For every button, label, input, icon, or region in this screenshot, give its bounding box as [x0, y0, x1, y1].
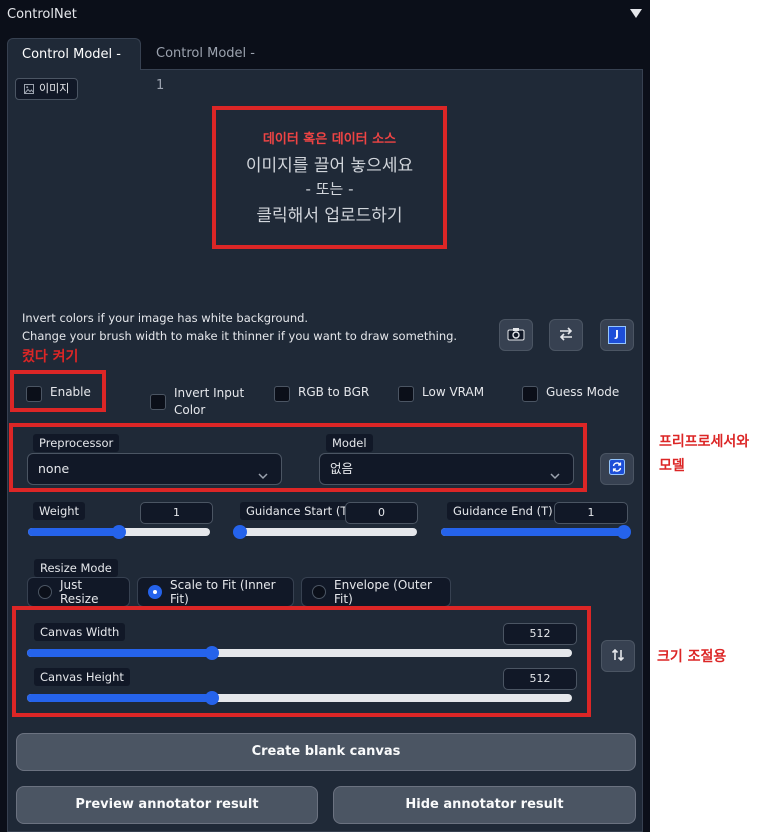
accordion-title[interactable]: ControlNet [7, 7, 77, 22]
checkbox-box[interactable] [398, 386, 414, 402]
webcam-button[interactable] [499, 319, 533, 351]
preview-annotator-button[interactable]: Preview annotator result [16, 786, 318, 824]
slider-fill [441, 528, 624, 536]
canvas-height-slider[interactable] [27, 691, 572, 705]
image-icon [24, 84, 34, 94]
weight-slider[interactable] [28, 525, 210, 539]
swap-button[interactable] [549, 319, 583, 351]
radio-scale-to-fit[interactable]: Scale to Fit (Inner Fit) [137, 577, 294, 607]
refresh-models-button[interactable] [600, 453, 634, 485]
chevron-down-icon [549, 463, 561, 493]
enable-annotation: 켰다 켜기 [22, 349, 79, 365]
radio-label: Scale to Fit (Inner Fit) [170, 578, 276, 606]
rgb-to-bgr-checkbox[interactable]: RGB to BGR [274, 385, 369, 402]
preprocessor-select[interactable]: none [27, 453, 282, 485]
info-brush-width: Change your brush width to make it thinn… [22, 329, 458, 343]
guidance-end-label: Guidance End (T) [447, 502, 559, 520]
resize-mode-label: Resize Mode [34, 559, 118, 577]
annotation-line: 프리프로세서와 [659, 434, 750, 450]
slider-fill [27, 649, 213, 657]
drop-zone-label: 데이터 혹은 데이터 소스 [262, 132, 397, 147]
weight-number-input[interactable]: 1 [140, 502, 213, 524]
info-invert-colors: Invert colors if your image has white ba… [22, 311, 309, 325]
guidance-start-slider[interactable] [233, 525, 417, 539]
drop-zone-or: - 또는 - [305, 180, 354, 198]
canvas-width-number-input[interactable]: 512 [503, 623, 577, 645]
hide-annotator-button[interactable]: Hide annotator result [333, 786, 636, 824]
radio-just-resize[interactable]: Just Resize [27, 577, 130, 607]
canvas-width-label: Canvas Width [34, 623, 126, 641]
slider-fill [27, 694, 213, 702]
guess-mode-checkbox[interactable]: Guess Mode [522, 385, 619, 402]
radio-dot[interactable] [312, 585, 326, 599]
checkbox-box[interactable] [522, 386, 538, 402]
create-blank-canvas-button[interactable]: Create blank canvas [16, 733, 636, 771]
drop-zone-instruction: 이미지를 끌어 놓으세요 [245, 156, 414, 176]
invert-input-color-checkbox[interactable]: Invert Input Color [150, 385, 244, 419]
image-badge-label: 이미지 [39, 82, 70, 95]
slider-thumb[interactable] [233, 525, 247, 539]
tab-control-model-1[interactable]: Control Model - 1 [142, 38, 272, 93]
preprocessor-label: Preprocessor [33, 434, 120, 452]
canvas-height-number-input[interactable]: 512 [503, 668, 577, 690]
preprocessor-value: none [38, 461, 70, 476]
straight-line-button[interactable]: J [600, 319, 634, 351]
slider-fill [28, 528, 119, 536]
checkbox-label: Low VRAM [422, 385, 485, 399]
model-select[interactable]: 없음 [319, 453, 574, 485]
swap-icon [558, 326, 574, 345]
radio-dot[interactable] [38, 585, 52, 599]
checkbox-label: Enable [50, 385, 91, 399]
drop-zone-click-upload: 클릭해서 업로드하기 [256, 206, 403, 226]
guidance-end-slider[interactable] [441, 525, 631, 539]
checkbox-label: Invert Input Color [174, 385, 244, 419]
slider-thumb[interactable] [112, 525, 126, 539]
annotation-line: 모델 [659, 458, 685, 474]
straight-line-icon: J [608, 326, 626, 344]
collapse-triangle-icon[interactable] [630, 9, 642, 18]
slider-thumb[interactable] [617, 525, 631, 539]
checkbox-label-line: Color [174, 403, 206, 417]
weight-label: Weight [33, 502, 86, 520]
radio-label: Envelope (Outer Fit) [334, 578, 432, 606]
checkbox-label: Guess Mode [546, 385, 620, 399]
guidance-start-number-input[interactable]: 0 [345, 502, 418, 524]
low-vram-checkbox[interactable]: Low VRAM [398, 385, 484, 402]
checkbox-label-line: Invert Input [174, 386, 245, 400]
swap-vertical-icon [611, 647, 625, 666]
checkbox-box[interactable] [26, 386, 42, 402]
radio-dot[interactable] [148, 585, 162, 599]
preprocessor-model-annotation: 프리프로세서와 모델 [659, 430, 749, 478]
guidance-start-label: Guidance Start (T) [240, 502, 358, 520]
model-value: 없음 [330, 461, 354, 476]
model-label: Model [326, 434, 373, 452]
checkbox-box[interactable] [150, 394, 166, 410]
canvas-height-label: Canvas Height [34, 668, 130, 686]
size-annotation: 크기 조절용 [657, 649, 727, 665]
canvas-width-slider[interactable] [27, 646, 572, 660]
swap-dimensions-button[interactable] [601, 640, 635, 672]
tab-control-model-0[interactable]: Control Model - 0 [7, 38, 141, 94]
camera-icon [507, 326, 525, 345]
checkbox-box[interactable] [274, 386, 290, 402]
chevron-down-icon [257, 463, 269, 493]
radio-envelope[interactable]: Envelope (Outer Fit) [301, 577, 451, 607]
guidance-end-number-input[interactable]: 1 [554, 502, 628, 524]
radio-label: Just Resize [60, 578, 99, 606]
enable-checkbox[interactable]: Enable [26, 385, 91, 402]
image-drop-zone[interactable]: 데이터 혹은 데이터 소스 이미지를 끌어 놓으세요 - 또는 - 클릭해서 업… [212, 106, 447, 249]
refresh-icon [609, 459, 625, 479]
image-input-badge: 이미지 [15, 78, 79, 100]
checkbox-label: RGB to BGR [298, 385, 370, 399]
